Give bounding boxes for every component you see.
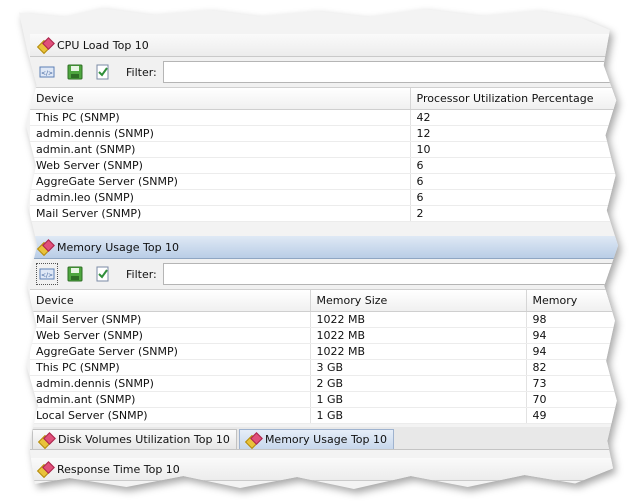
response-time-panel: Response Time Top 10 [30,458,619,481]
tab-disk-volumes[interactable]: Disk Volumes Utilization Top 10 [32,429,237,449]
cpu-filter-input[interactable] [162,61,619,83]
table-row[interactable]: AggreGate Server (SNMP) 6 [30,173,619,190]
widget-icon [36,239,55,257]
table-row[interactable]: Mail Server (SNMP) 2 [30,205,619,222]
memory-usage-panel: Memory Usage Top 10 </> Filter: Device M… [30,236,619,424]
apply-button[interactable] [92,61,114,83]
device-cell: Mail Server (SNMP) [30,311,311,328]
widget-icon [36,37,55,55]
value-cell: 6 [410,157,619,174]
value-cell: 2 [410,205,619,222]
value-cell: 12 [410,125,619,142]
memory-panel-title: Memory Usage Top 10 [57,240,180,254]
memory-panel-titlebar[interactable]: Memory Usage Top 10 [30,236,619,259]
size-cell: 1022 MB [310,343,527,360]
cpu-toolbar: </> Filter: [30,57,619,88]
device-cell: Web Server (SNMP) [30,157,411,174]
size-cell: 1 GB [310,391,527,408]
save-icon [67,64,83,80]
widget-icon [36,461,55,479]
device-cell: admin.dennis (SNMP) [30,375,311,392]
table-row[interactable]: admin.dennis (SNMP) 2 GB 73 [30,375,619,392]
export-icon: </> [39,268,55,280]
save-icon [67,266,83,282]
column-header-processor-utilization[interactable]: Processor Utilization Percentage [410,88,619,110]
widget-icon [37,431,56,449]
device-cell: Web Server (SNMP) [30,327,311,344]
value-cell: 10 [410,141,619,158]
response-panel-title: Response Time Top 10 [57,462,180,476]
memory-table: Device Memory Size Memory Mail Server (S… [30,290,619,424]
size-cell: 1022 MB [310,327,527,344]
export-icon: </> [39,66,55,78]
size-cell: 2 GB [310,375,527,392]
value-cell: 6 [410,189,619,206]
table-row[interactable]: AggreGate Server (SNMP) 1022 MB 94 [30,343,619,360]
svg-text:</>: </> [41,272,53,279]
device-cell: admin.dennis (SNMP) [30,125,411,142]
save-button[interactable] [64,61,86,83]
value-cell: 73 [526,375,619,392]
panel-tabs: Disk Volumes Utilization Top 10 Memory U… [30,427,619,450]
checklist-icon [96,266,109,282]
svg-text:</>: </> [41,70,53,77]
value-cell: 42 [410,109,619,126]
table-row[interactable]: Local Server (SNMP) 1 GB 49 [30,407,619,424]
checklist-icon [96,64,109,80]
device-cell: This PC (SNMP) [30,109,411,126]
torn-screenshot-frame: CPU Load Top 10 </> Filter: Device Proce… [18,8,619,489]
value-cell: 49 [526,407,619,424]
table-row[interactable]: admin.dennis (SNMP) 12 [30,125,619,142]
value-cell: 94 [526,327,619,344]
device-cell: admin.leo (SNMP) [30,189,411,206]
table-row[interactable]: admin.ant (SNMP) 10 [30,141,619,158]
device-cell: AggreGate Server (SNMP) [30,343,311,360]
size-cell: 1022 MB [310,311,527,328]
save-button[interactable] [64,263,86,285]
tab-label: Disk Volumes Utilization Top 10 [58,433,230,446]
table-row[interactable]: This PC (SNMP) 3 GB 82 [30,359,619,376]
value-cell: 94 [526,343,619,360]
apply-button[interactable] [92,263,114,285]
response-panel-titlebar[interactable]: Response Time Top 10 [30,458,619,481]
table-row[interactable]: Mail Server (SNMP) 1022 MB 98 [30,311,619,328]
widget-icon [244,431,263,449]
export-button[interactable]: </> [36,61,58,83]
memory-filter-input[interactable] [162,263,619,285]
device-cell: admin.ant (SNMP) [30,391,311,408]
tab-memory-usage[interactable]: Memory Usage Top 10 [238,429,394,449]
size-cell: 3 GB [310,359,527,376]
memory-toolbar: </> Filter: [30,259,619,290]
cpu-panel-title: CPU Load Top 10 [57,38,149,52]
tab-label: Memory Usage Top 10 [264,433,387,446]
value-cell: 82 [526,359,619,376]
filter-label: Filter: [126,65,157,79]
column-header-memory-size[interactable]: Memory Size [310,290,527,312]
cpu-table: Device Processor Utilization Percentage … [30,88,619,222]
device-cell: This PC (SNMP) [30,359,311,376]
value-cell: 70 [526,391,619,408]
table-row[interactable]: This PC (SNMP) 42 [30,109,619,126]
size-cell: 1 GB [310,407,527,424]
value-cell: 98 [526,311,619,328]
value-cell: 6 [410,173,619,190]
filter-label: Filter: [126,267,157,281]
export-button[interactable]: </> [36,263,58,285]
column-header-memory[interactable]: Memory [526,290,619,312]
column-header-device[interactable]: Device [30,290,311,312]
table-row[interactable]: Web Server (SNMP) 1022 MB 94 [30,327,619,344]
column-header-device[interactable]: Device [30,88,411,110]
device-cell: Local Server (SNMP) [30,407,311,424]
cpu-panel-titlebar[interactable]: CPU Load Top 10 [30,34,619,57]
device-cell: admin.ant (SNMP) [30,141,411,158]
device-cell: Mail Server (SNMP) [30,205,411,222]
table-row[interactable]: admin.leo (SNMP) 6 [30,189,619,206]
cpu-load-panel: CPU Load Top 10 </> Filter: Device Proce… [30,34,619,222]
table-row[interactable]: Web Server (SNMP) 6 [30,157,619,174]
device-cell: AggreGate Server (SNMP) [30,173,411,190]
table-row[interactable]: admin.ant (SNMP) 1 GB 70 [30,391,619,408]
